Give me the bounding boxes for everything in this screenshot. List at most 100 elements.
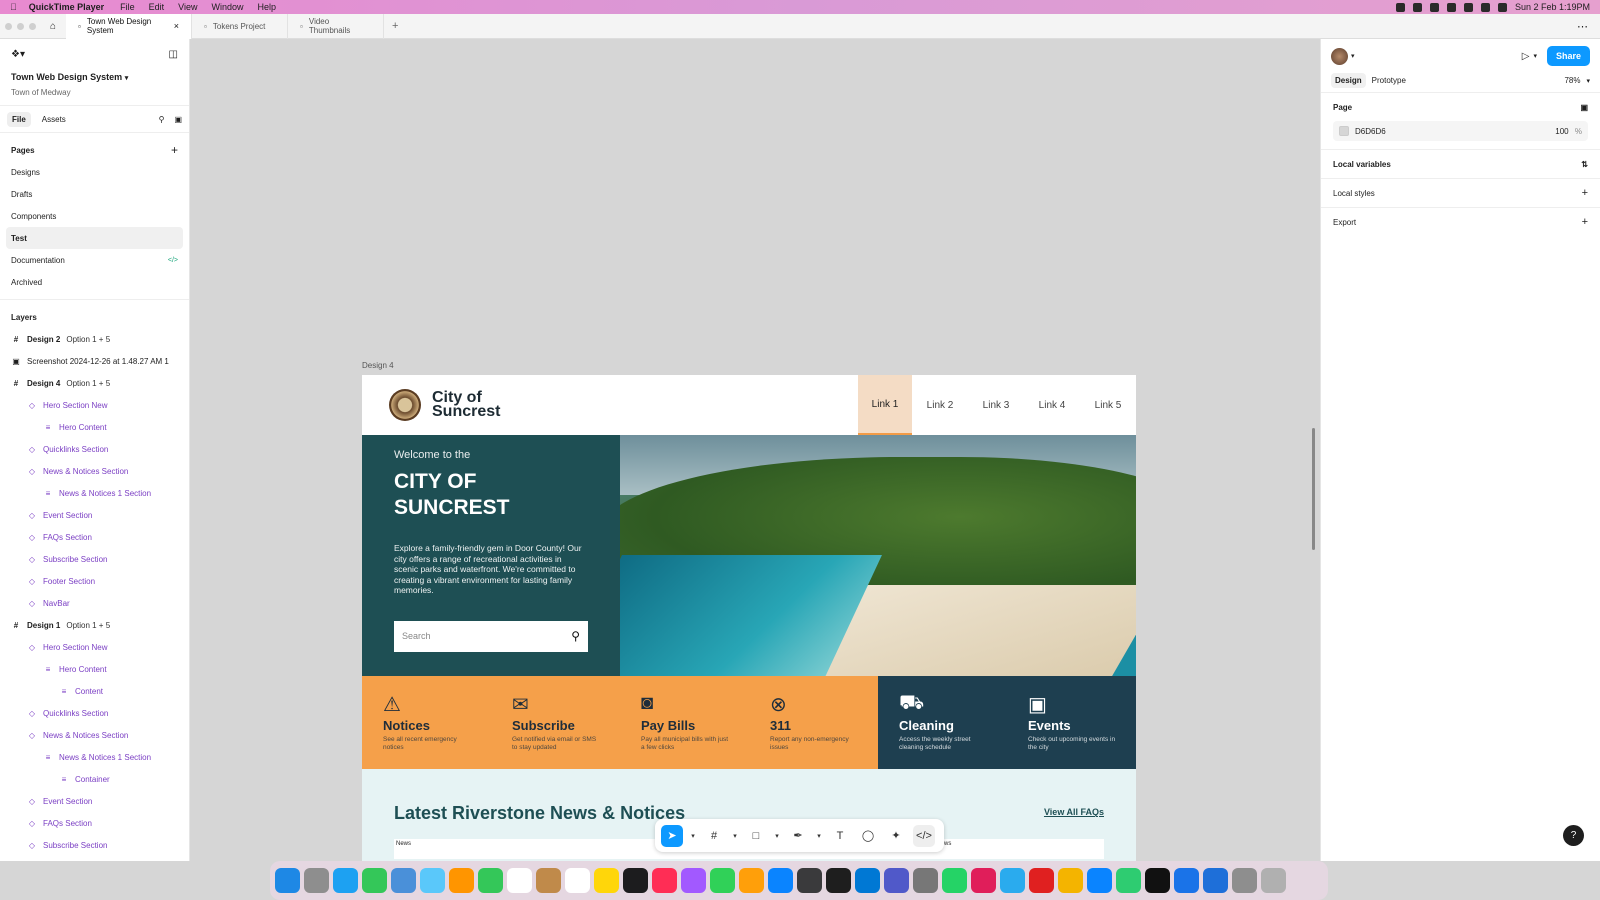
chevron-down-icon[interactable]: ▾: [1533, 52, 1537, 60]
tab-video-thumbnails[interactable]: ▫ Video Thumbnails: [288, 13, 385, 39]
layer-item[interactable]: ◇ FAQs Section: [0, 526, 189, 548]
page-item[interactable]: Components: [0, 205, 189, 227]
page-item[interactable]: Drafts: [0, 183, 189, 205]
dock-app-icon[interactable]: [826, 868, 851, 893]
dock-app-icon[interactable]: [768, 868, 793, 893]
chevron-down-icon[interactable]: ▾: [125, 75, 129, 82]
tab-prototype[interactable]: Prototype: [1372, 76, 1406, 85]
project-name[interactable]: Town of Medway: [11, 88, 178, 97]
chevron-down-icon[interactable]: ▾: [1586, 77, 1590, 85]
figma-menu-icon[interactable]: ❖▾: [11, 49, 25, 60]
menu-view[interactable]: View: [178, 2, 197, 12]
dock-app-icon[interactable]: [1261, 868, 1286, 893]
tab-design[interactable]: Design: [1331, 73, 1366, 88]
layer-item[interactable]: ◇ Event Section: [0, 504, 189, 526]
close-tab-icon[interactable]: ×: [174, 21, 179, 31]
local-styles-section[interactable]: Local styles +: [1321, 179, 1600, 208]
present-icon[interactable]: ▷: [1522, 51, 1530, 62]
layer-item[interactable]: ≡ News & Notices 1 Section: [0, 746, 189, 768]
status-icon[interactable]: [1412, 2, 1422, 12]
layer-item[interactable]: ◇ Event Section: [0, 790, 189, 812]
layer-item[interactable]: ≡ News & Notices 1 Section: [0, 482, 189, 504]
dock-app-icon[interactable]: [971, 868, 996, 893]
frame-label[interactable]: Design 4: [362, 361, 394, 370]
layer-item[interactable]: # Design 2 Option 1 + 5: [0, 328, 189, 350]
dock-app-icon[interactable]: [1174, 868, 1199, 893]
dock-app-icon[interactable]: [652, 868, 677, 893]
layer-item[interactable]: # Design 1 Option 1 + 5: [0, 614, 189, 636]
tab-town-web-design-system[interactable]: ▫ Town Web Design System ×: [66, 13, 193, 39]
dock-app-icon[interactable]: [391, 868, 416, 893]
zoom-level[interactable]: 78%: [1564, 76, 1580, 85]
nav-link[interactable]: Link 4: [1024, 375, 1080, 435]
layer-item[interactable]: ◇ Hero Section New: [0, 394, 189, 416]
quicklink-card[interactable]: ✉ Subscribe Get notified via email or SMS …: [491, 676, 620, 769]
dock-app-icon[interactable]: [333, 868, 358, 893]
layer-item[interactable]: ◇ Quicklinks Section: [0, 702, 189, 724]
layer-item[interactable]: ◇ News & Notices Section: [0, 724, 189, 746]
frame-tool-icon[interactable]: #: [703, 825, 725, 847]
nav-link[interactable]: Link 1: [858, 375, 912, 435]
status-icon[interactable]: [1395, 2, 1405, 12]
menu-help[interactable]: Help: [258, 2, 277, 12]
comment-tool-icon[interactable]: ◯: [857, 825, 879, 847]
quicklink-card[interactable]: ▣ Events Check out upcoming events in the …: [1007, 676, 1136, 769]
chevron-down-icon[interactable]: ▾: [731, 825, 739, 847]
window-minimize-button[interactable]: [17, 22, 24, 30]
page-opacity-value[interactable]: 100: [1555, 127, 1568, 136]
layer-item[interactable]: ◇ NavBar: [0, 592, 189, 614]
chevron-down-icon[interactable]: ▾: [1351, 52, 1355, 60]
nav-link[interactable]: Link 2: [912, 375, 968, 435]
layer-item[interactable]: ≡ Content: [0, 680, 189, 702]
dock-app-icon[interactable]: [913, 868, 938, 893]
export-section[interactable]: Export +: [1321, 208, 1600, 236]
page-item[interactable]: Archived: [0, 271, 189, 293]
canvas-scrollbar[interactable]: [1312, 428, 1315, 550]
dock-app-icon[interactable]: [623, 868, 648, 893]
dock-app-icon[interactable]: [710, 868, 735, 893]
dock-app-icon[interactable]: [449, 868, 474, 893]
apple-icon[interactable]: : [10, 2, 17, 12]
dock-app-icon[interactable]: [884, 868, 909, 893]
page-item[interactable]: Documentation </>: [0, 249, 189, 271]
toggle-sidebar-icon[interactable]: ◫: [169, 49, 178, 60]
color-swatch[interactable]: [1339, 126, 1349, 136]
chevron-down-icon[interactable]: ▾: [815, 825, 823, 847]
dock-app-icon[interactable]: [1029, 868, 1054, 893]
page-item[interactable]: Test: [6, 227, 183, 249]
dock-app-icon[interactable]: [1058, 868, 1083, 893]
dock-app-icon[interactable]: [594, 868, 619, 893]
help-button[interactable]: ?: [1563, 825, 1584, 846]
menu-edit[interactable]: Edit: [149, 2, 165, 12]
new-tab-icon[interactable]: +: [392, 20, 398, 32]
quicklink-card[interactable]: ⛟ Cleaning Access the weekly street cleani…: [878, 676, 1007, 769]
dock-app-icon[interactable]: [1232, 868, 1257, 893]
dock-app-icon[interactable]: [565, 868, 590, 893]
add-icon[interactable]: +: [1582, 187, 1588, 199]
dev-mode-icon[interactable]: </>: [913, 824, 935, 847]
dock-app-icon[interactable]: [1116, 868, 1141, 893]
dock-app-icon[interactable]: [420, 868, 445, 893]
dock-app-icon[interactable]: [1145, 868, 1170, 893]
app-menu[interactable]: QuickTime Player: [29, 2, 104, 12]
layer-item[interactable]: ◇ Footer Section: [0, 570, 189, 592]
dock-app-icon[interactable]: [1203, 868, 1228, 893]
dock-app-icon[interactable]: [275, 868, 300, 893]
dock-app-icon[interactable]: [536, 868, 561, 893]
chevron-down-icon[interactable]: ▾: [689, 825, 697, 847]
add-icon[interactable]: +: [1582, 216, 1588, 228]
quicklink-card[interactable]: ⚠ Notices See all recent emergency notices: [362, 676, 491, 769]
search-icon[interactable]: ⚲: [159, 115, 165, 124]
hero-search-input[interactable]: Search ⚲: [394, 620, 588, 652]
rectangle-tool-icon[interactable]: □: [745, 825, 767, 847]
layer-item[interactable]: ◇ News & Notices Section: [0, 460, 189, 482]
dock-app-icon[interactable]: [797, 868, 822, 893]
pen-tool-icon[interactable]: ✒: [787, 825, 809, 847]
file-title[interactable]: Town Web Design System ▾: [11, 72, 178, 82]
layer-item[interactable]: ≡ Hero Content: [0, 658, 189, 680]
status-icon[interactable]: [1429, 2, 1439, 12]
nav-link[interactable]: Link 5: [1080, 375, 1136, 435]
dock-app-icon[interactable]: [739, 868, 764, 893]
menu-file[interactable]: File: [120, 2, 135, 12]
search-icon[interactable]: [1480, 2, 1490, 12]
